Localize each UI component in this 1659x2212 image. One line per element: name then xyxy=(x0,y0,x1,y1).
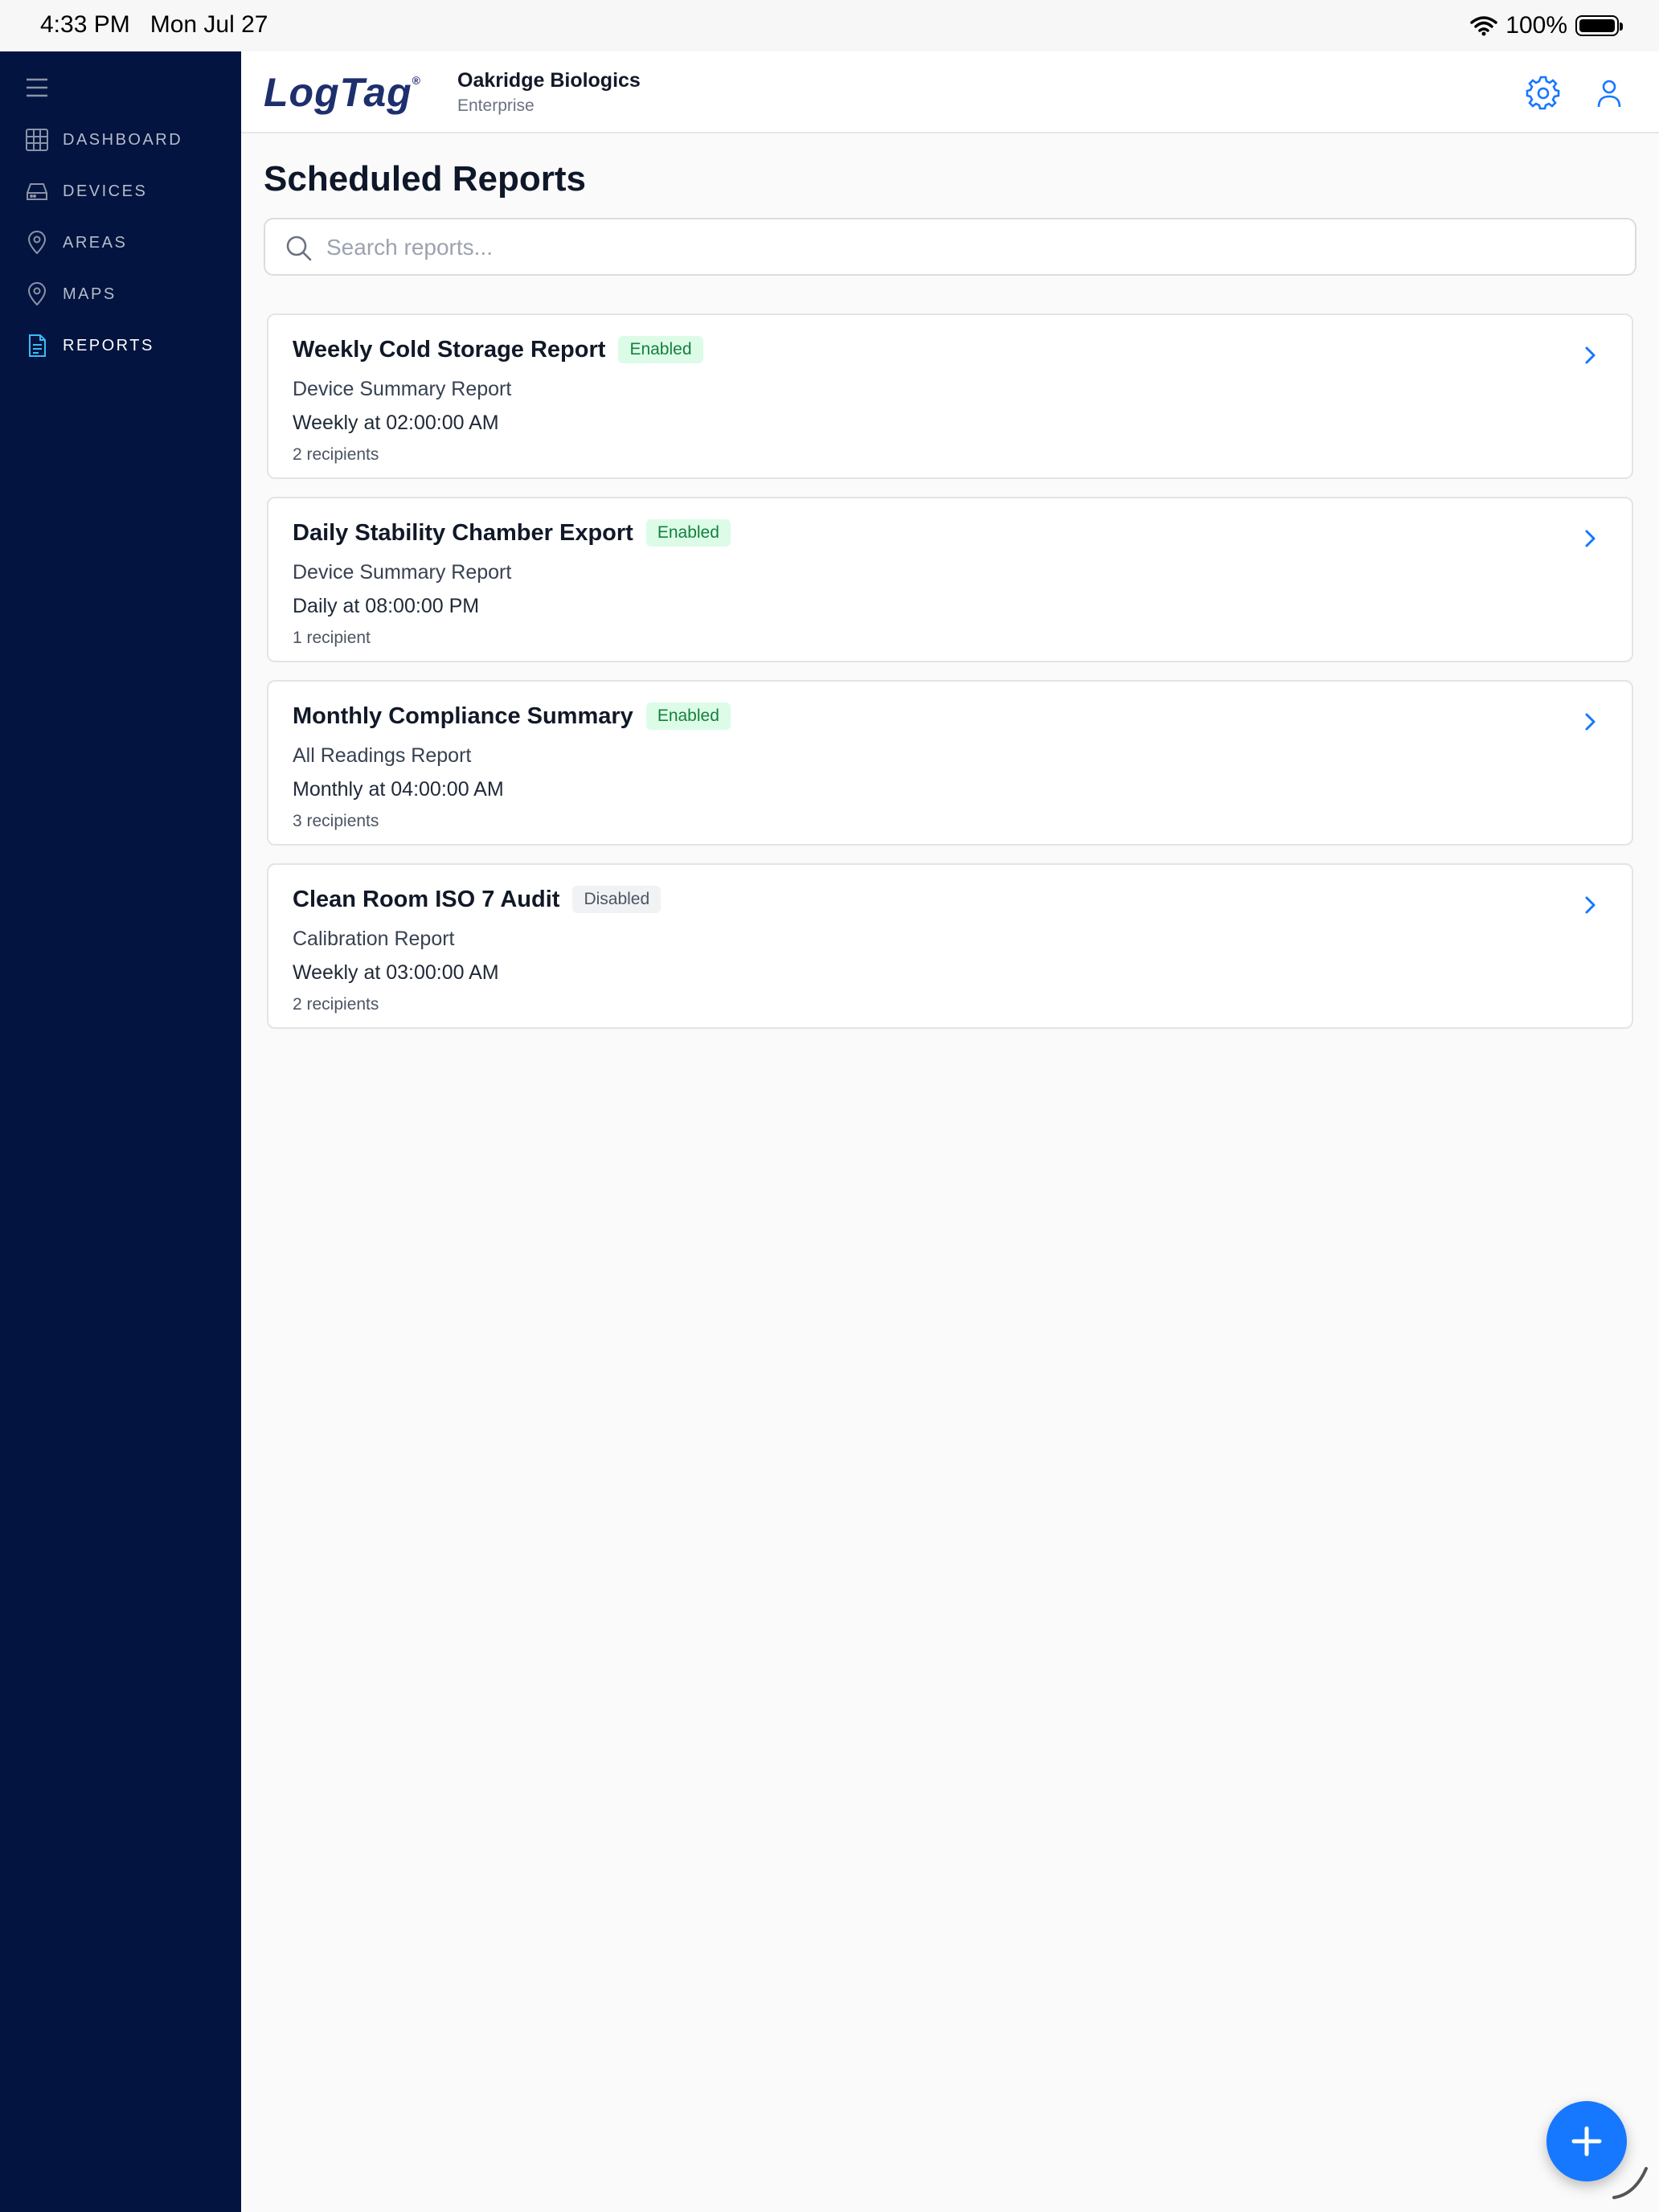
sidebar-item-maps[interactable]: MAPS xyxy=(24,278,117,310)
report-name: Weekly Cold Storage Report xyxy=(293,336,606,363)
report-name: Monthly Compliance Summary xyxy=(293,703,633,729)
sidebar-item-label: DEVICES xyxy=(63,182,148,200)
user-icon[interactable] xyxy=(1591,76,1627,111)
chevron-right-icon[interactable] xyxy=(1577,342,1603,368)
chevron-right-icon[interactable] xyxy=(1577,709,1603,735)
sidebar-item-dashboard[interactable]: DASHBOARD xyxy=(24,124,182,156)
sidebar-item-reports[interactable]: REPORTS xyxy=(24,330,154,362)
hamburger-menu-icon[interactable] xyxy=(24,76,50,100)
organization-name: Oakridge Biologics xyxy=(457,69,641,92)
page-title: Scheduled Reports xyxy=(264,159,586,199)
logo-text: LogTag xyxy=(264,70,412,115)
report-recipients: 2 recipients xyxy=(293,995,379,1014)
logo-registered-mark: ® xyxy=(412,74,421,87)
status-time: 4:33 PM Mon Jul 27 xyxy=(40,11,268,38)
chevron-right-icon[interactable] xyxy=(1577,892,1603,918)
sidebar-item-devices[interactable]: DEVICES xyxy=(24,175,147,207)
status-indicators: 100% xyxy=(1470,11,1623,40)
battery-icon xyxy=(1575,15,1623,36)
map-pin-icon xyxy=(27,282,47,306)
sidebar-item-label: REPORTS xyxy=(63,336,154,354)
status-badge: Disabled xyxy=(572,886,662,913)
status-badge: Enabled xyxy=(645,519,731,547)
search-bar xyxy=(264,218,1636,276)
sidebar-item-areas[interactable]: AREAS xyxy=(24,227,127,259)
wifi-icon xyxy=(1470,16,1498,36)
search-input[interactable] xyxy=(326,227,1612,268)
report-schedule: Weekly at 02:00:00 AM xyxy=(293,412,499,434)
report-schedule: Monthly at 04:00:00 AM xyxy=(293,778,504,801)
resize-handle-icon xyxy=(1612,2167,1648,2199)
status-badge: Enabled xyxy=(618,336,703,363)
chevron-right-icon[interactable] xyxy=(1577,526,1603,551)
status-bar: 4:33 PM Mon Jul 27 100% xyxy=(0,0,1659,51)
document-icon xyxy=(29,334,46,357)
sidebar-item-label: AREAS xyxy=(63,233,128,252)
logtag-logo: LogTag® xyxy=(264,69,421,116)
battery-percent: 100% xyxy=(1505,12,1567,39)
organization-type: Enterprise xyxy=(457,96,535,115)
plus-icon xyxy=(1571,2126,1602,2157)
app-header: LogTag® Oakridge Biologics Enterprise xyxy=(241,51,1659,133)
location-pin-icon xyxy=(27,231,47,255)
gear-icon[interactable] xyxy=(1526,76,1561,111)
report-recipients: 2 recipients xyxy=(293,445,379,464)
report-card[interactable]: Clean Room ISO 7 Audit Disabled Calibrat… xyxy=(267,863,1633,1029)
report-type: All Readings Report xyxy=(293,744,472,767)
report-type: Device Summary Report xyxy=(293,561,512,584)
sidebar: DASHBOARD DEVICES AREAS MAPS REPORTS xyxy=(0,51,241,2212)
report-schedule: Daily at 08:00:00 PM xyxy=(293,595,480,617)
report-type: Calibration Report xyxy=(293,928,455,950)
report-card[interactable]: Daily Stability Chamber Export Enabled D… xyxy=(267,497,1633,662)
status-badge: Enabled xyxy=(645,703,731,730)
report-card[interactable]: Weekly Cold Storage Report Enabled Devic… xyxy=(267,313,1633,479)
report-name: Clean Room ISO 7 Audit xyxy=(293,886,560,912)
report-recipients: 3 recipients xyxy=(293,812,379,830)
report-card[interactable]: Monthly Compliance Summary Enabled All R… xyxy=(267,680,1633,846)
sidebar-item-label: MAPS xyxy=(63,285,117,303)
sidebar-item-label: DASHBOARD xyxy=(63,130,183,149)
report-name: Daily Stability Chamber Export xyxy=(293,519,633,546)
report-recipients: 1 recipient xyxy=(293,629,371,647)
report-type: Device Summary Report xyxy=(293,378,512,400)
device-icon xyxy=(27,183,47,200)
report-schedule: Weekly at 03:00:00 AM xyxy=(293,961,499,984)
grid-icon xyxy=(26,129,48,151)
search-icon xyxy=(286,236,312,261)
